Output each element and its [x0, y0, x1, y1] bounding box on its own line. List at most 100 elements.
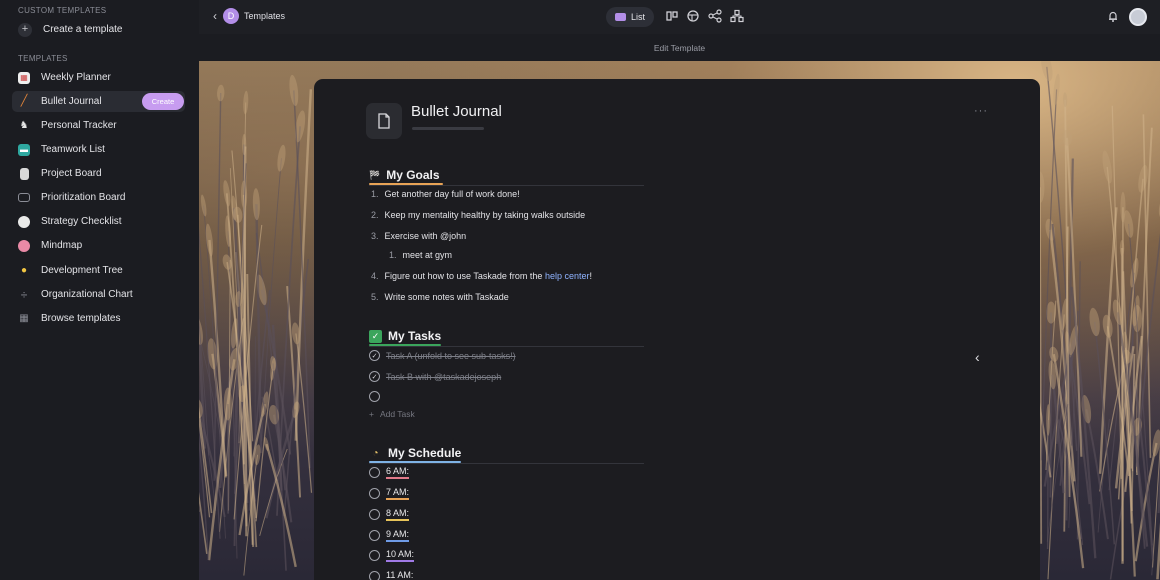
- goal-item[interactable]: 5. Write some notes with Taskade: [371, 292, 509, 302]
- goals-divider: [369, 185, 644, 186]
- sidebar-item-browse-templates[interactable]: ▦ Browse templates: [12, 308, 185, 329]
- grass-seed-head: [1102, 314, 1113, 338]
- tasks-divider: [369, 346, 644, 347]
- task-item[interactable]: [369, 391, 386, 402]
- breadcrumb-templates[interactable]: Templates: [244, 11, 285, 21]
- sidebar-item-label: Bullet Journal: [41, 96, 102, 107]
- board-view-icon[interactable]: [665, 9, 679, 23]
- collapse-chevron-icon[interactable]: ‹: [975, 349, 980, 365]
- grass-seed-head: [1041, 61, 1053, 82]
- grass-stem: [1049, 312, 1053, 498]
- sidebar-item-bullet-journal[interactable]: ╱ Bullet Journal Create: [12, 91, 185, 112]
- sidebar-item-label: Prioritization Board: [41, 192, 126, 203]
- user-avatar[interactable]: [1129, 8, 1147, 26]
- task-checkbox[interactable]: ✓: [369, 350, 380, 361]
- goals-heading[interactable]: 🏁 My Goals: [369, 168, 440, 182]
- create-template-label: Create a template: [43, 24, 123, 35]
- schedule-heading-text: My Schedule: [388, 446, 462, 460]
- create-template-button[interactable]: + Create a template: [12, 19, 185, 40]
- view-list-button[interactable]: List: [606, 7, 654, 27]
- edit-template-label[interactable]: Edit Template: [654, 43, 705, 53]
- grass-stem: [1098, 207, 1118, 474]
- sidebar-item-teamwork-list[interactable]: ▬ Teamwork List: [12, 139, 185, 160]
- grass-seed-head: [223, 180, 231, 207]
- schedule-item[interactable]: 11 AM:: [369, 570, 413, 580]
- workspace-avatar[interactable]: D: [223, 8, 239, 24]
- schedule-checkbox[interactable]: [369, 571, 380, 580]
- task-checkbox[interactable]: ✓: [369, 371, 380, 382]
- sidebar-item-label: Personal Tracker: [41, 120, 117, 131]
- speech-bubble-icon: [18, 215, 30, 228]
- grass-stem: [1046, 419, 1049, 549]
- plus-icon: +: [18, 22, 32, 37]
- sidebar-item-label: Browse templates: [41, 313, 121, 324]
- document-icon[interactable]: [366, 103, 402, 139]
- goal-item[interactable]: 3. Exercise with @john: [371, 231, 466, 241]
- tasks-heading-text: My Tasks: [388, 329, 442, 343]
- schedule-item[interactable]: 9 AM:: [369, 529, 410, 542]
- sidebar-item-weekly-planner[interactable]: ▦ Weekly Planner: [12, 67, 185, 88]
- task-item[interactable]: ✓ Task B with @taskadejoseph: [369, 371, 501, 382]
- grass-seed-head: [1152, 429, 1160, 457]
- schedule-time: 10 AM:: [386, 549, 415, 562]
- grass-stem: [1152, 443, 1160, 568]
- edit-template-bar: Edit Template: [199, 34, 1160, 61]
- sidebar-item-prioritization-board[interactable]: Prioritization Board: [12, 187, 185, 208]
- calendar-icon: ▦: [18, 71, 30, 84]
- goal-item[interactable]: 4. Figure out how to use Taskade from the…: [371, 271, 592, 281]
- bell-icon[interactable]: [1106, 9, 1120, 23]
- team-icon: ▬: [18, 143, 30, 156]
- back-chevron-icon[interactable]: ‹: [213, 9, 217, 23]
- title-underline: [412, 127, 484, 130]
- document-title[interactable]: Bullet Journal: [411, 103, 502, 120]
- grass-seed-head: [1089, 307, 1100, 337]
- schedule-checkbox[interactable]: [369, 550, 380, 561]
- monitor-icon: [18, 193, 30, 202]
- sidebar-item-personal-tracker[interactable]: ♞ Personal Tracker: [12, 115, 185, 136]
- grass-seed-head: [243, 90, 249, 115]
- schedule-checkbox[interactable]: [369, 530, 380, 541]
- sidebar-item-strategy-checklist[interactable]: Strategy Checklist: [12, 211, 185, 232]
- goal-item[interactable]: 2. Keep my mentality healthy by taking wa…: [371, 210, 585, 220]
- schedule-time: 8 AM:: [386, 508, 410, 521]
- sidebar-item-label: Development Tree: [41, 265, 123, 276]
- schedule-checkbox[interactable]: [369, 509, 380, 520]
- schedule-divider: [369, 463, 644, 464]
- grass-seed-head: [1138, 164, 1148, 193]
- help-center-link[interactable]: help center: [545, 271, 590, 281]
- schedule-item[interactable]: 10 AM:: [369, 549, 415, 562]
- more-options-icon[interactable]: ···: [974, 105, 988, 117]
- tasks-heading[interactable]: ✓ My Tasks: [369, 329, 441, 343]
- sidebar: CUSTOM TEMPLATES + Create a template TEM…: [0, 0, 199, 580]
- mindmap-view-icon[interactable]: [708, 9, 722, 23]
- task-checkbox[interactable]: [369, 391, 380, 402]
- grass-seed-head: [1046, 404, 1051, 436]
- sidebar-item-mindmap[interactable]: Mindmap: [12, 235, 185, 256]
- table-view-icon[interactable]: [686, 9, 700, 23]
- task-item[interactable]: ✓ Task A (unfold to see sub-tasks!): [369, 350, 516, 361]
- schedule-checkbox[interactable]: [369, 488, 380, 499]
- schedule-item[interactable]: 6 AM:: [369, 466, 410, 479]
- sidebar-item-development-tree[interactable]: ● Development Tree: [12, 260, 185, 281]
- lightbulb-icon: ●: [20, 264, 28, 276]
- goal-subitem[interactable]: 1. meet at gym: [389, 250, 452, 260]
- schedule-heading[interactable]: ◔ My Schedule: [369, 446, 461, 460]
- schedule-item[interactable]: 8 AM:: [369, 508, 410, 521]
- task-text: Task B with @taskadejoseph: [386, 371, 502, 382]
- divide-icon: ÷: [20, 287, 28, 302]
- sidebar-item-organizational-chart[interactable]: ÷ Organizational Chart: [12, 284, 185, 305]
- clock-icon: ◔: [372, 447, 379, 459]
- sidebar-item-project-board[interactable]: Project Board: [12, 163, 185, 184]
- create-button[interactable]: Create: [142, 93, 184, 110]
- add-task-button[interactable]: + Add Task: [369, 409, 415, 419]
- plus-icon: +: [369, 409, 374, 419]
- schedule-item[interactable]: 7 AM:: [369, 487, 410, 500]
- goal-item[interactable]: 1. Get another day full of work done!: [371, 189, 520, 199]
- grass-seed-head: [1102, 150, 1113, 184]
- brain-icon: [18, 239, 30, 252]
- org-chart-view-icon[interactable]: [730, 9, 744, 23]
- schedule-checkbox[interactable]: [369, 467, 380, 478]
- sidebar-item-label: Teamwork List: [41, 144, 105, 155]
- grass-stem: [199, 311, 207, 449]
- sidebar-item-label: Strategy Checklist: [41, 216, 122, 227]
